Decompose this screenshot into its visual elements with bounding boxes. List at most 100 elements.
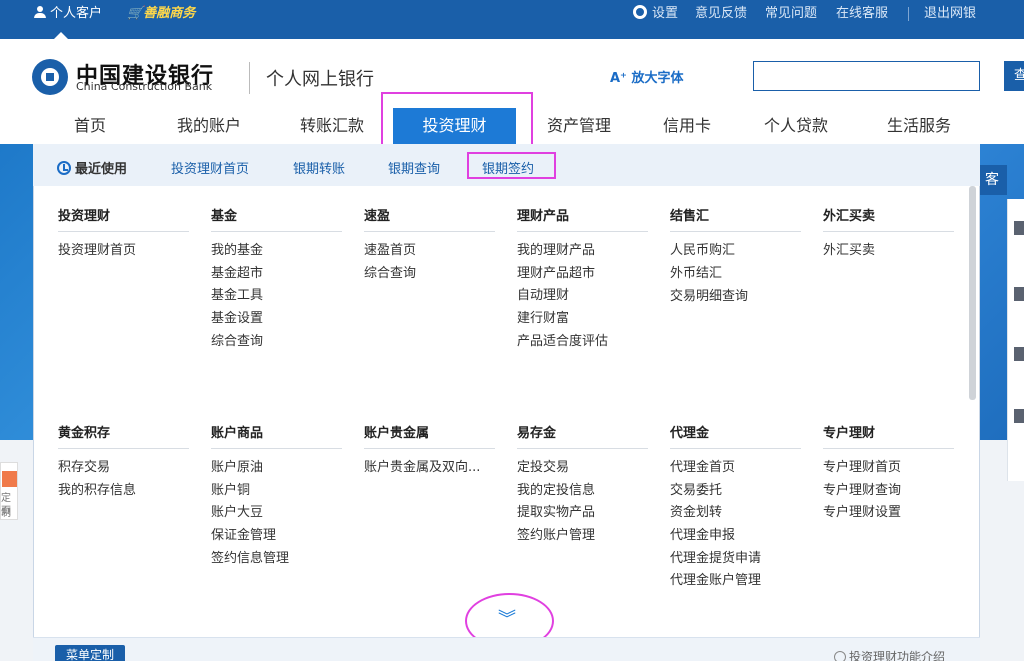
menu-heading: 账户商品 — [211, 426, 264, 441]
info-icon — [834, 651, 846, 661]
menu-heading: 理财产品 — [517, 209, 570, 224]
menu-link[interactable]: 外汇买卖 — [823, 239, 875, 258]
menu-link[interactable]: 交易明细查询 — [670, 285, 748, 304]
menu-heading: 结售汇 — [670, 209, 710, 224]
menu-link[interactable]: 账户大豆 — [211, 501, 263, 520]
menu-link[interactable]: 代理金提货申请 — [670, 547, 761, 566]
font-plus-icon: A⁺ — [610, 71, 627, 86]
customize-menu-button[interactable]: 菜单定制 — [55, 645, 125, 661]
menu-heading: 代理金 — [670, 426, 710, 441]
menu-link[interactable]: 人民币购汇 — [670, 239, 735, 258]
settings-link[interactable]: 设置 — [633, 0, 678, 28]
menu-link[interactable]: 建行财富 — [517, 307, 569, 326]
side-tool-icon-1[interactable] — [1014, 221, 1024, 235]
left-customize-widget[interactable]: 定制 页 — [0, 462, 18, 520]
menu-heading: 基金 — [211, 209, 238, 224]
menu-link[interactable]: 账户铜 — [211, 479, 250, 498]
nav-transfer[interactable]: 转账汇款 — [300, 108, 364, 144]
logout-link[interactable]: 退出网银 — [924, 0, 976, 28]
nav-credit-card[interactable]: 信用卡 — [663, 108, 711, 144]
highlight-futures-signing — [467, 152, 556, 179]
menu-heading: 易存金 — [517, 426, 557, 441]
menu-heading: 黄金积存 — [58, 426, 111, 441]
side-tool-icon-4[interactable] — [1014, 409, 1024, 423]
settings-label: 设置 — [652, 6, 679, 21]
menu-link[interactable]: 专户理财查询 — [823, 479, 901, 498]
menu-link[interactable]: 综合查询 — [364, 262, 416, 281]
top-bar: 个人客户 🛒善融商务 设置 意见反馈 常见问题 在线客服 退出网银 — [0, 0, 1024, 39]
shanrong-link[interactable]: 🛒善融商务 — [127, 0, 195, 28]
feedback-link[interactable]: 意见反馈 — [695, 0, 747, 28]
menu-link[interactable]: 基金超市 — [211, 262, 263, 281]
menu-link[interactable]: 提取实物产品 — [517, 501, 595, 520]
menu-heading-divider — [364, 231, 495, 232]
cart-icon: 🛒 — [127, 6, 144, 21]
faq-link[interactable]: 常见问题 — [765, 0, 817, 28]
menu-link[interactable]: 理财产品超市 — [517, 262, 595, 281]
recent-used-label: 最近使用 — [57, 158, 127, 177]
bank-name-en: China Construction Bank — [76, 80, 213, 93]
menu-link[interactable]: 账户原油 — [211, 456, 263, 475]
menu-link[interactable]: 代理金账户管理 — [670, 569, 761, 588]
menu-link[interactable]: 基金设置 — [211, 307, 263, 326]
menu-link[interactable]: 外币结汇 — [670, 262, 722, 281]
topbar-separator — [908, 7, 909, 21]
menu-link[interactable]: 专户理财首页 — [823, 456, 901, 475]
side-tool-icon-2[interactable] — [1014, 287, 1024, 301]
logo-divider — [249, 62, 250, 94]
menu-link[interactable]: 专户理财设置 — [823, 501, 901, 520]
menu-link[interactable]: 我的定投信息 — [517, 479, 595, 498]
menu-heading: 专户理财 — [823, 426, 876, 441]
search-input[interactable] — [753, 61, 980, 91]
recent-link-investment-home[interactable]: 投资理财首页 — [171, 158, 249, 177]
nav-home[interactable]: 首页 — [74, 108, 106, 144]
shanrong-label: 善融商务 — [143, 6, 196, 21]
menu-heading: 速盈 — [364, 209, 391, 224]
menu-link[interactable]: 代理金首页 — [670, 456, 735, 475]
enlarge-font-button[interactable]: A⁺ 放大字体 — [610, 67, 683, 86]
menu-link[interactable]: 交易委托 — [670, 479, 722, 498]
menu-link[interactable]: 账户贵金属及双向... — [364, 456, 480, 475]
search-button[interactable]: 查 — [1004, 61, 1024, 91]
menu-link[interactable]: 积存交易 — [58, 456, 110, 475]
menu-heading-divider — [58, 448, 189, 449]
menu-heading: 外汇买卖 — [823, 209, 876, 224]
ccb-logo-icon — [32, 59, 68, 95]
menu-link[interactable]: 产品适合度评估 — [517, 330, 608, 349]
nav-personal-loan[interactable]: 个人贷款 — [764, 108, 828, 144]
menu-link[interactable]: 基金工具 — [211, 284, 263, 303]
menu-heading-divider — [670, 231, 801, 232]
site-name: 个人网上银行 — [266, 69, 374, 90]
personal-customer-tab[interactable]: 个人客户 — [34, 0, 102, 28]
side-toolbar — [1007, 199, 1024, 481]
menu-heading: 账户贵金属 — [364, 426, 430, 441]
menu-link[interactable]: 签约账户管理 — [517, 524, 595, 543]
menu-link[interactable]: 签约信息管理 — [211, 547, 289, 566]
menu-heading-divider — [517, 231, 648, 232]
menu-link[interactable]: 定投交易 — [517, 456, 569, 475]
menu-link[interactable]: 综合查询 — [211, 330, 263, 349]
menu-link[interactable]: 资金划转 — [670, 501, 722, 520]
investment-intro-link[interactable]: 投资理财功能介绍 — [834, 648, 945, 661]
online-service-link[interactable]: 在线客服 — [836, 0, 888, 28]
side-tool-icon-3[interactable] — [1014, 347, 1024, 361]
nav-my-account[interactable]: 我的账户 — [177, 108, 241, 144]
menu-link[interactable]: 速盈首页 — [364, 239, 416, 258]
menu-link[interactable]: 我的积存信息 — [58, 479, 136, 498]
nav-asset-management[interactable]: 资产管理 — [547, 108, 611, 144]
recent-label-text: 最近使用 — [75, 162, 128, 177]
menu-heading-divider — [211, 231, 342, 232]
recent-link-futures-transfer[interactable]: 银期转账 — [293, 158, 345, 177]
menu-link[interactable]: 我的基金 — [211, 239, 263, 258]
menu-link[interactable]: 保证金管理 — [211, 524, 276, 543]
menu-link[interactable]: 代理金申报 — [670, 524, 735, 543]
menu-link[interactable]: 自动理财 — [517, 284, 569, 303]
tab-caret-icon — [54, 32, 68, 39]
menu-scrollbar[interactable] — [969, 186, 976, 400]
recent-link-futures-query[interactable]: 银期查询 — [388, 158, 440, 177]
menu-link[interactable]: 我的理财产品 — [517, 239, 595, 258]
nav-life-service[interactable]: 生活服务 — [887, 108, 951, 144]
menu-link[interactable]: 投资理财首页 — [58, 239, 136, 258]
clock-icon — [57, 161, 71, 175]
banner-side-button[interactable]: 客 — [977, 165, 1007, 195]
